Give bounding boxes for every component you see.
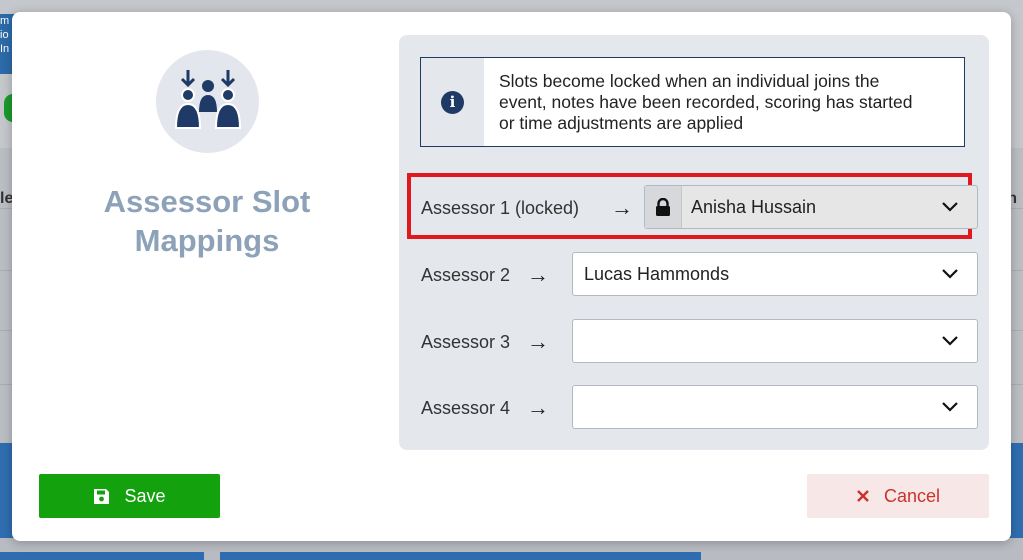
dialog-header-pane: Assessor Slot Mappings xyxy=(12,12,402,452)
arrow-right-icon: → xyxy=(611,195,633,220)
slot-label: Assessor 4 xyxy=(421,398,511,418)
info-text: Slots become locked when an individual j… xyxy=(499,71,913,133)
assessor-1-select[interactable]: Anisha Hussain xyxy=(644,185,978,229)
arrow-right-icon: → xyxy=(527,329,549,354)
slot-label: Assessor 3 xyxy=(421,332,511,352)
slot-label: Assessor 1 (locked) xyxy=(421,198,580,218)
close-icon xyxy=(857,490,869,502)
assessor-2-value: Lucas Hammonds xyxy=(584,264,730,284)
chevron-down-icon xyxy=(942,336,958,346)
assessor-4-select[interactable] xyxy=(572,385,978,429)
slot-row-3: Assessor 3 → xyxy=(399,319,989,365)
slot-row-2: Assessor 2 → Lucas Hammonds xyxy=(399,252,989,298)
background-button xyxy=(0,552,204,560)
cancel-button[interactable]: Cancel xyxy=(807,474,989,518)
dialog-title: Assessor Slot Mappings xyxy=(103,184,311,258)
slot-row-4: Assessor 4 → xyxy=(399,385,989,431)
assessor-slot-mappings-dialog: Assessor Slot Mappings i Slots become lo… xyxy=(12,12,1011,541)
info-callout: i Slots become locked when an individual… xyxy=(420,57,965,147)
info-icon: i xyxy=(441,90,464,114)
assessor-3-select[interactable] xyxy=(572,319,978,363)
floppy-disk-icon xyxy=(94,488,110,504)
save-button[interactable]: Save xyxy=(39,474,220,518)
slot-row-1: Assessor 1 (locked) → Anisha Hussain xyxy=(399,185,989,231)
slot-mapping-panel: i Slots become locked when an individual… xyxy=(399,35,989,450)
assessor-1-value: Anisha Hussain xyxy=(691,197,817,217)
arrow-right-icon: → xyxy=(527,395,549,420)
arrow-right-icon: → xyxy=(527,262,549,287)
background-button xyxy=(220,552,701,560)
dialog-footer: Save Cancel xyxy=(12,452,1011,541)
slot-label: Assessor 2 xyxy=(421,265,511,285)
chevron-down-icon xyxy=(942,402,958,412)
people-group-icon xyxy=(156,50,259,153)
chevron-down-icon xyxy=(942,269,958,279)
assessor-2-select[interactable]: Lucas Hammonds xyxy=(572,252,978,296)
lock-icon xyxy=(645,186,682,228)
chevron-down-icon xyxy=(942,202,958,212)
save-label: Save xyxy=(124,485,166,506)
cancel-label: Cancel xyxy=(883,485,941,506)
